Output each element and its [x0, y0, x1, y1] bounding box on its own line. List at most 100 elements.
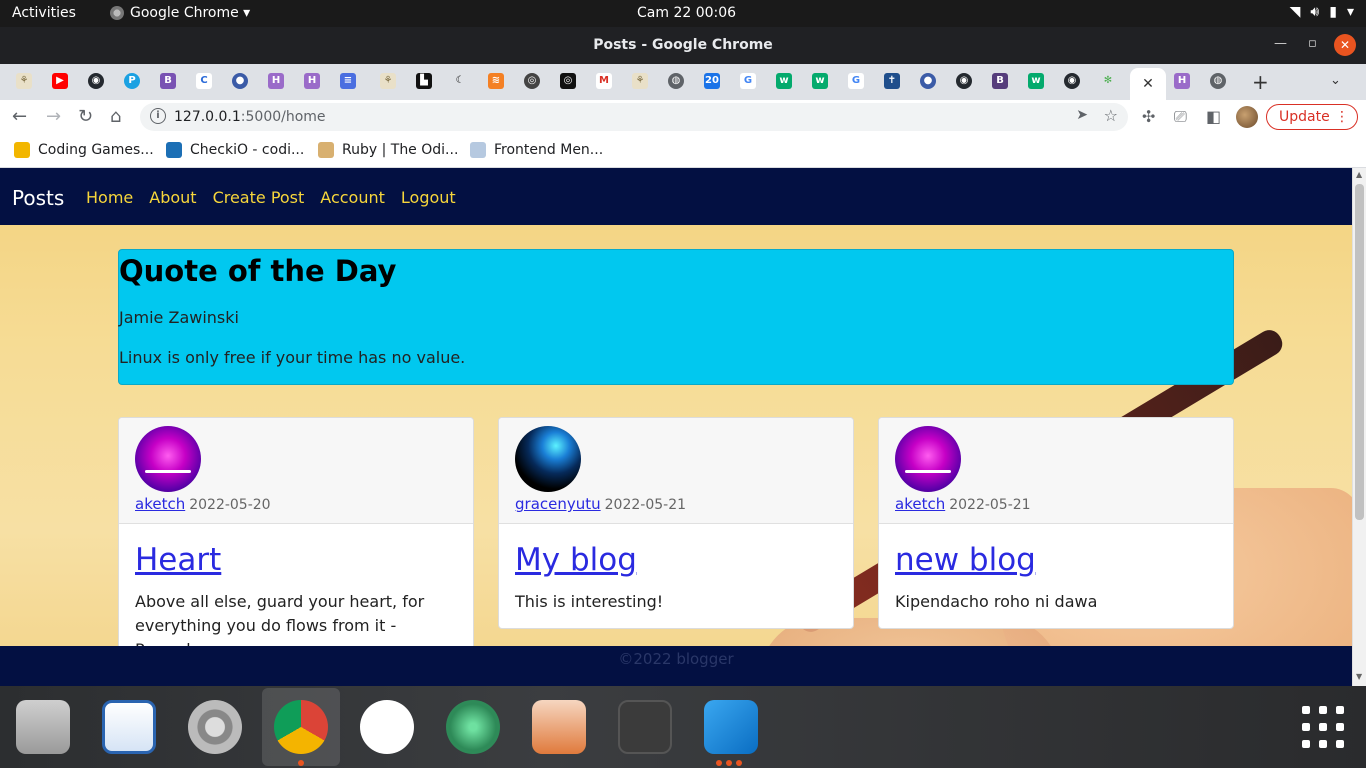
globe-tab-icon[interactable]: ◍: [668, 73, 684, 89]
terminal-icon[interactable]: [618, 700, 672, 754]
page-scrollbar[interactable]: ▲ ▼: [1352, 168, 1366, 686]
post-author-link[interactable]: aketch: [895, 495, 945, 513]
h-tab-icon[interactable]: H: [304, 73, 320, 89]
chrome-icon[interactable]: [274, 700, 328, 754]
cast-icon[interactable]: ⎚: [1174, 107, 1187, 127]
post-title-link[interactable]: new blog: [895, 542, 1217, 578]
vscode-icon[interactable]: [704, 700, 758, 754]
nav-about-link[interactable]: About: [149, 188, 196, 207]
bookmark-label: Frontend Men...: [494, 142, 604, 158]
post-author-link[interactable]: gracenyutu: [515, 495, 601, 513]
update-button[interactable]: Update ⋮: [1266, 104, 1358, 130]
active-tab[interactable]: ✕: [1130, 68, 1166, 100]
google-tab-icon[interactable]: G: [848, 73, 864, 89]
c-tab-icon[interactable]: C: [196, 73, 212, 89]
forward-button[interactable]: →: [46, 106, 61, 127]
h-tab-icon[interactable]: H: [1174, 73, 1190, 89]
scroll-down-arrow-icon[interactable]: ▼: [1356, 672, 1362, 681]
url-text[interactable]: 127.0.0.1:5000/home: [174, 109, 326, 125]
chrome-tab-icon[interactable]: ◎: [524, 73, 540, 89]
gmail-tab-icon[interactable]: M: [596, 73, 612, 89]
moon-tab-icon[interactable]: ☾: [452, 73, 468, 89]
youtube-tab-icon[interactable]: ▶: [52, 73, 68, 89]
post-content: Kipendacho roho ni dawa: [895, 592, 1098, 611]
cross-tab-icon[interactable]: ✝: [884, 73, 900, 89]
w3schools-tab-icon[interactable]: w: [1028, 73, 1044, 89]
tab-search-button[interactable]: ⌄: [1330, 73, 1341, 88]
github-tab-icon[interactable]: ◉: [956, 73, 972, 89]
back-button[interactable]: ←: [12, 106, 27, 127]
post-card-header: gracenyutu 2022-05-21: [499, 418, 853, 524]
post-content: This is interesting!: [515, 592, 664, 611]
tab-favicon-icon[interactable]: ⚘: [380, 73, 396, 89]
calendar-tab-icon[interactable]: 20: [704, 73, 720, 89]
atom-icon[interactable]: [446, 700, 500, 754]
bookmark-item[interactable]: Coding Games...: [14, 142, 154, 158]
github-tab-icon[interactable]: ◉: [88, 73, 104, 89]
bookmark-item[interactable]: Ruby | The Odi...: [318, 142, 458, 158]
writer-icon[interactable]: [102, 700, 156, 754]
o-tab-icon[interactable]: ◎: [560, 73, 576, 89]
battery-icon: ▮: [1329, 4, 1337, 20]
bookmark-star-icon[interactable]: ☆: [1104, 106, 1118, 125]
leaf-tab-icon[interactable]: ✻: [1100, 73, 1116, 89]
globe-tab-icon[interactable]: ◍: [1210, 73, 1226, 89]
dock: [0, 686, 1366, 768]
app-menu[interactable]: Google Chrome ▾: [110, 5, 250, 21]
avatar-tab-icon[interactable]: ●: [232, 73, 248, 89]
new-tab-button[interactable]: +: [1252, 70, 1269, 94]
post-title-link[interactable]: My blog: [515, 542, 837, 578]
profile-avatar[interactable]: [1236, 106, 1258, 128]
w3schools-tab-icon[interactable]: w: [812, 73, 828, 89]
stackoverflow-tab-icon[interactable]: ≋: [488, 73, 504, 89]
files-icon[interactable]: [16, 700, 70, 754]
p-tab-icon[interactable]: P: [124, 73, 140, 89]
w3schools-tab-icon[interactable]: w: [776, 73, 792, 89]
post-title-link[interactable]: Heart: [135, 542, 457, 578]
site-brand[interactable]: Posts: [12, 186, 64, 210]
site-info-icon[interactable]: i: [150, 108, 166, 124]
nav-create-post-link[interactable]: Create Post: [213, 188, 305, 207]
bookmark-item[interactable]: CheckiO - codi...: [166, 142, 304, 158]
reload-button[interactable]: ↻: [78, 106, 93, 127]
settings-gear-icon[interactable]: [188, 700, 242, 754]
home-button[interactable]: ⌂: [110, 106, 121, 127]
clock[interactable]: Cam 22 00:06: [637, 5, 736, 21]
avatar-tab-icon[interactable]: ●: [920, 73, 936, 89]
scrollbar-thumb[interactable]: [1355, 184, 1364, 520]
bookmark-label: Coding Games...: [38, 142, 154, 158]
post-author-link[interactable]: aketch: [135, 495, 185, 513]
github-tab-icon[interactable]: ◉: [1064, 73, 1080, 89]
h-tab-icon[interactable]: H: [268, 73, 284, 89]
nav-home-link[interactable]: Home: [86, 188, 133, 207]
bookmark-item[interactable]: Frontend Men...: [470, 142, 603, 158]
nav-account-link[interactable]: Account: [320, 188, 385, 207]
checkio-icon: [166, 142, 182, 158]
show-applications-icon[interactable]: [1302, 706, 1344, 748]
extensions-icon[interactable]: ✣: [1142, 107, 1155, 126]
google-tab-icon[interactable]: G: [740, 73, 756, 89]
nav-logout-link[interactable]: Logout: [401, 188, 456, 207]
docs-tab-icon[interactable]: ≡: [340, 73, 356, 89]
activities-button[interactable]: Activities: [12, 5, 76, 21]
system-tray[interactable]: ◥ 🔊︎ ▮ ▾: [1290, 4, 1354, 20]
nav-links: Home About Create Post Account Logout: [86, 188, 456, 207]
bootstrap-tab-icon[interactable]: B: [992, 73, 1008, 89]
send-tab-icon[interactable]: ➤: [1076, 107, 1088, 123]
user-avatar: [895, 426, 961, 492]
bootstrap-tab-icon[interactable]: B: [160, 73, 176, 89]
dark-tab-icon[interactable]: ▙: [416, 73, 432, 89]
tab-favicon-icon[interactable]: ⚘: [16, 73, 32, 89]
maximize-button[interactable]: ▫: [1308, 36, 1317, 51]
impress-icon[interactable]: [532, 700, 586, 754]
side-panel-icon[interactable]: ◧: [1206, 107, 1221, 126]
slack-icon[interactable]: [360, 700, 414, 754]
power-menu-icon: ▾: [1346, 4, 1354, 20]
post-card-body: new blog Kipendacho roho ni dawa: [879, 524, 1233, 628]
address-bar[interactable]: i 127.0.0.1:5000/home ➤ ☆: [140, 103, 1128, 131]
tab-favicon-icon[interactable]: ⚘: [632, 73, 648, 89]
close-window-button[interactable]: ✕: [1334, 34, 1356, 56]
scroll-up-arrow-icon[interactable]: ▲: [1356, 170, 1362, 179]
minimize-button[interactable]: —: [1274, 36, 1287, 51]
close-tab-icon[interactable]: ✕: [1142, 76, 1154, 92]
